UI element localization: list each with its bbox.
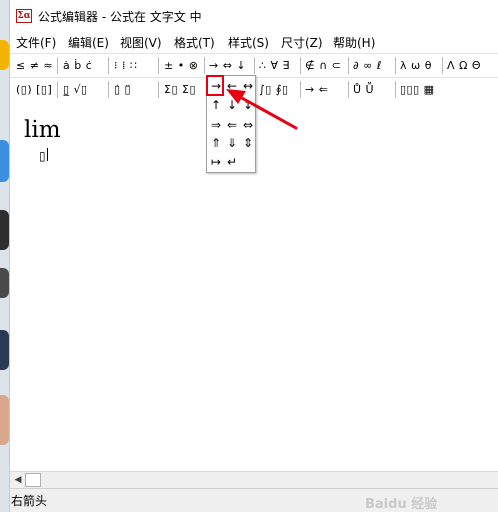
title-bar: Σα 公式编辑器 - 公式在 文字文 中 <box>10 0 498 32</box>
set-theory-palette-button[interactable]: ∉ ∩ ⊂ <box>302 56 344 75</box>
fence-templates-button[interactable]: (▯) [▯] <box>13 80 55 99</box>
fraction-radical-templates-button[interactable]: ▯̲ √▯ <box>60 80 91 99</box>
menu-view[interactable]: 视图(V) <box>120 34 162 51</box>
left-right-arrow-icon[interactable]: ↔ <box>240 78 256 94</box>
toolbar-separator <box>57 57 58 74</box>
embellishments-palette-button[interactable]: ⁝ ⁞ ∷ <box>111 56 141 75</box>
summation-templates-button[interactable]: Σ▯ Σ▯ <box>161 80 199 99</box>
menu-file[interactable]: 文件(F) <box>16 34 56 51</box>
greek-lowercase-palette-button[interactable]: λ ω θ <box>397 56 435 75</box>
toolbar-separator <box>300 57 301 74</box>
up-down-arrow-icon[interactable]: ↕ <box>240 97 256 113</box>
left-arrow-icon[interactable]: ← <box>224 78 240 94</box>
toolbar-separator <box>395 57 396 74</box>
down-double-arrow-icon[interactable]: ⇓ <box>224 135 240 151</box>
subscript-superscript-templates-button[interactable]: ▯̇ ▯̈ <box>111 80 134 99</box>
toolbar-separator <box>158 81 159 98</box>
toolbar-separator <box>108 57 109 74</box>
toolbar-separator <box>254 57 255 74</box>
integral-templates-button[interactable]: ∫▯ ∮▯ <box>256 80 292 99</box>
status-bar: 右箭头 Baidu 经验 <box>10 488 498 512</box>
arrows-palette-button[interactable]: → ⇔ ↓ <box>206 56 249 75</box>
selected-arrow-highlight <box>206 75 224 96</box>
right-double-arrow-icon[interactable]: ⇒ <box>208 117 224 133</box>
subscript-placeholder-slot[interactable]: ▯ <box>39 149 46 163</box>
menu-bar: 文件(F) 编辑(E) 视图(V) 格式(T) 样式(S) 尺寸(Z) 帮助(H… <box>10 32 498 52</box>
left-right-double-arrow-icon[interactable]: ⇔ <box>240 117 256 133</box>
greek-uppercase-palette-button[interactable]: Λ Ω Θ <box>444 56 484 75</box>
up-double-arrow-icon[interactable]: ⇑ <box>208 135 224 151</box>
watermark: Baidu 经验 <box>365 497 438 512</box>
operators-palette-button[interactable]: ± • ⊗ <box>161 56 201 75</box>
toolbar-separator <box>158 57 159 74</box>
up-down-double-arrow-icon[interactable]: ⇕ <box>240 135 256 151</box>
app-icon: Σα <box>16 9 32 23</box>
left-double-arrow-icon[interactable]: ⇐ <box>224 117 240 133</box>
relations-palette-button[interactable]: ≤ ≠ ≈ <box>13 56 56 75</box>
toolbar-separator <box>395 81 396 98</box>
up-arrow-icon[interactable]: ↑ <box>208 97 224 113</box>
background-blob <box>0 140 9 182</box>
insertion-cursor <box>47 148 48 161</box>
scrollbar-thumb[interactable] <box>25 473 41 487</box>
symbol-toolbar: ≤ ≠ ≈ ȧ ḃ ċ ⁝ ⁞ ∷ ± • ⊗ → ⇔ ↓ ∴ ∀ ∃ ∉ ∩ … <box>10 53 498 77</box>
down-arrow-icon[interactable]: ↓ <box>224 97 240 113</box>
horizontal-scrollbar[interactable]: ◀ <box>10 471 498 488</box>
scroll-left-arrow-icon[interactable]: ◀ <box>11 473 25 487</box>
spaces-ellipses-palette-button[interactable]: ȧ ḃ ċ <box>60 56 95 75</box>
background-blob <box>0 268 9 298</box>
background-blob <box>0 40 9 70</box>
menu-size[interactable]: 尺寸(Z) <box>281 34 323 51</box>
menu-edit[interactable]: 编辑(E) <box>68 34 109 51</box>
window-title: 公式编辑器 - 公式在 文字文 中 <box>38 10 202 24</box>
menu-help[interactable]: 帮助(H) <box>333 34 375 51</box>
return-arrow-icon[interactable]: ↵ <box>224 154 240 170</box>
limit-function-text: lim <box>24 117 61 143</box>
background-blob <box>0 210 9 250</box>
toolbar-separator <box>204 57 205 74</box>
labeled-arrow-templates-button[interactable]: → ⇐ <box>302 80 331 99</box>
logic-palette-button[interactable]: ∴ ∀ ∃ <box>256 56 293 75</box>
misc-symbols-palette-button[interactable]: ∂ ∞ ℓ <box>350 56 385 75</box>
toolbar-separator <box>348 57 349 74</box>
background-blob <box>0 330 9 370</box>
equation-editor-window: Σα 公式编辑器 - 公式在 文字文 中 文件(F) 编辑(E) 视图(V) 格… <box>9 0 498 512</box>
product-templates-button[interactable]: Ů Ṻ <box>350 80 377 99</box>
status-text: 右箭头 <box>11 494 48 508</box>
menu-style[interactable]: 样式(S) <box>228 34 269 51</box>
background-blob <box>0 395 9 445</box>
matrix-templates-button[interactable]: ▯▯▯ ▦ <box>397 80 438 99</box>
toolbar-separator <box>300 81 301 98</box>
toolbar-separator <box>57 81 58 98</box>
toolbar-separator <box>108 81 109 98</box>
background-edge-strip <box>0 0 9 512</box>
toolbar-separator <box>348 81 349 98</box>
maps-to-arrow-icon[interactable]: ↦ <box>208 154 224 170</box>
menu-format[interactable]: 格式(T) <box>174 34 215 51</box>
toolbar-separator <box>442 57 443 74</box>
